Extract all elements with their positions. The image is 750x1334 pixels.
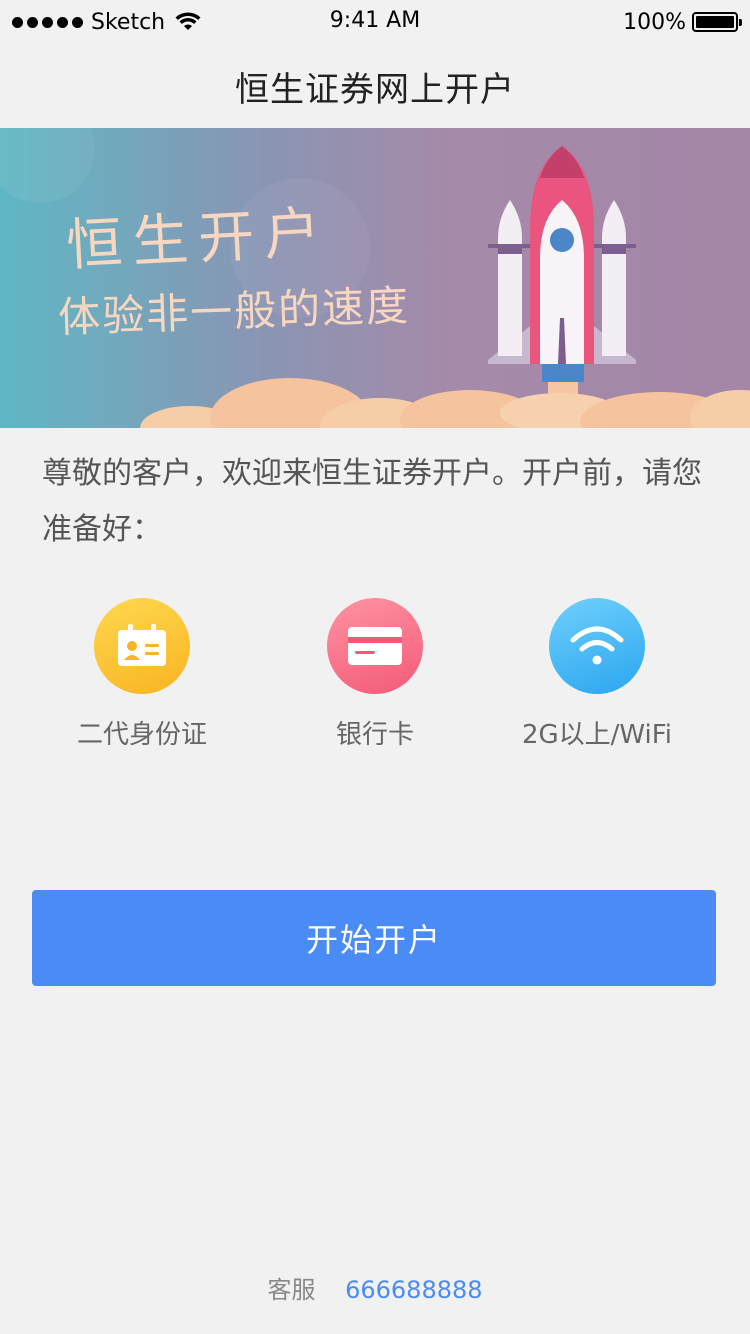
navigation-bar: 恒生证券网上开户 [0,44,750,128]
cloud-shapes [140,378,750,428]
status-bar: Sketch 9:41 AM 100% [0,0,750,44]
promo-banner: 恒生开户 体验非一般的速度 [0,128,750,428]
id-card-icon [94,598,190,694]
page-title: 恒生证券网上开户 [235,69,515,110]
prep-label-bank-card: 银行卡 [335,720,414,750]
prep-item-bank-card: 银行卡 [260,598,490,751]
customer-service-footer: 客服 666688888 [0,1270,750,1305]
wifi-icon [549,598,645,694]
prep-item-network: 2G以上/WiFi [482,598,712,751]
battery-icon [692,12,742,32]
prep-item-id-card: 二代身份证 [27,598,257,751]
status-right: 100% [623,8,742,36]
banner-tagline: 体验非一般的速度 [57,280,411,343]
carrier-name: Sketch [91,9,166,35]
battery-percent: 100% [623,9,686,35]
rocket-icon [488,146,636,402]
customer-service-phone-link[interactable]: 666688888 [345,1276,482,1304]
prep-label-id-card: 二代身份证 [76,720,207,750]
preparation-list: 二代身份证 银行卡 2G以上/WiFi [0,598,750,758]
status-left: Sketch [12,8,201,36]
status-time: 9:41 AM [329,8,421,33]
customer-service-label: 客服 [267,1276,316,1304]
wifi-status-icon [175,12,201,30]
banner-headline: 恒生开户 [64,200,332,279]
prep-label-network: 2G以上/WiFi [521,720,673,750]
signal-strength-icon [12,16,83,28]
intro-text: 尊敬的客户，欢迎来恒生证券开户。开户前，请您准备好： [42,456,702,547]
start-account-opening-button[interactable]: 开始开户 [32,890,716,986]
bank-card-icon [327,598,423,694]
